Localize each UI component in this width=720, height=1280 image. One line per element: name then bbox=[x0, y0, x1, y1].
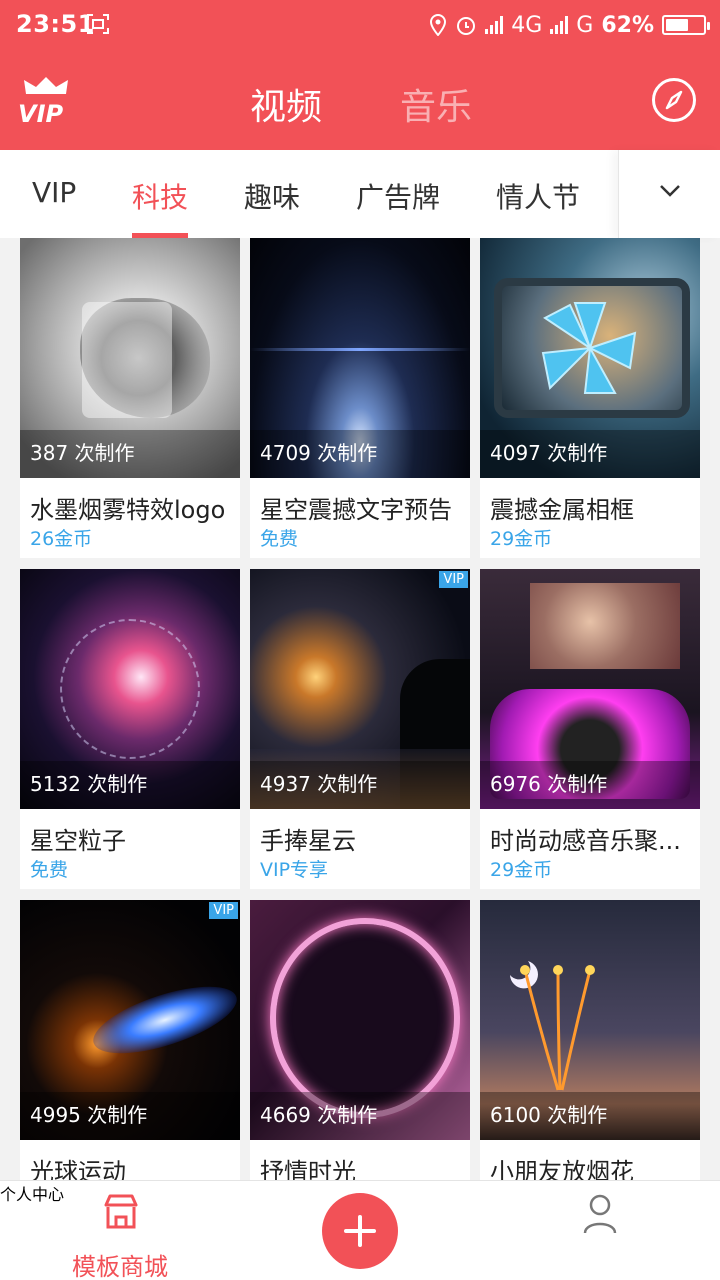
bottom-navigation: 模板商城 个人中心 bbox=[0, 1180, 720, 1280]
usage-count: 4709 次制作 bbox=[260, 441, 378, 465]
category-valentines[interactable]: 情人节 bbox=[496, 176, 580, 216]
category-fun[interactable]: 趣味 bbox=[244, 176, 300, 216]
vip-badge: VIP bbox=[209, 902, 238, 919]
app-header: 23:51 4G G 62% VIP 视频 音乐 bbox=[0, 0, 720, 150]
category-tech[interactable]: 科技 bbox=[132, 176, 188, 216]
template-thumbnail: 387 次制作 bbox=[20, 238, 240, 478]
tab-music[interactable]: 音乐 bbox=[400, 78, 472, 130]
template-card[interactable]: 4709 次制作 星空震撼文字预告 免费 bbox=[250, 238, 470, 558]
template-title: 时尚动感音乐聚... bbox=[490, 827, 681, 855]
usage-count: 4669 次制作 bbox=[260, 1103, 378, 1127]
template-title: 小朋友放烟花 bbox=[490, 1158, 634, 1180]
alarm-icon bbox=[457, 17, 476, 35]
template-price: 29金币 bbox=[490, 528, 553, 550]
template-card[interactable]: 387 次制作 水墨烟雾特效logo 26金币 bbox=[20, 238, 240, 558]
chevron-down-icon bbox=[660, 185, 680, 197]
network-type-1: 4G bbox=[511, 12, 543, 38]
template-thumbnail: 4709 次制作 bbox=[250, 238, 470, 478]
signal-icon bbox=[485, 16, 504, 34]
template-thumbnail: 6976 次制作 bbox=[480, 569, 700, 809]
template-card[interactable]: 4097 次制作 震撼金属相框 29金币 bbox=[480, 238, 700, 558]
template-title: 光球运动 bbox=[30, 1158, 126, 1180]
plus-icon[interactable] bbox=[322, 1193, 398, 1269]
store-icon bbox=[104, 1194, 138, 1229]
vip-badge: VIP bbox=[439, 571, 468, 588]
template-price: VIP专享 bbox=[260, 859, 329, 881]
status-right: 4G G 62% bbox=[429, 10, 710, 40]
status-time: 23:51 bbox=[16, 10, 95, 38]
template-card[interactable]: VIP 4937 次制作 手捧星云 VIP专享 bbox=[250, 569, 470, 889]
template-title: 震撼金属相框 bbox=[490, 496, 634, 524]
nav-me-label: 个人中心 bbox=[0, 1185, 65, 1204]
screenshot-icon bbox=[87, 14, 109, 34]
template-price: 免费 bbox=[260, 528, 299, 550]
usage-count: 387 次制作 bbox=[30, 441, 135, 465]
template-thumbnail: 4097 次制作 bbox=[480, 238, 700, 478]
template-title: 抒情时光 bbox=[260, 1158, 356, 1180]
template-title: 星空粒子 bbox=[30, 827, 126, 855]
nav-store-label: 模板商城 bbox=[72, 1253, 168, 1280]
usage-count: 5132 次制作 bbox=[30, 772, 148, 796]
more-categories-button[interactable] bbox=[618, 150, 720, 238]
usage-count: 4097 次制作 bbox=[490, 441, 608, 465]
template-card[interactable]: 4669 次制作 抒情时光 bbox=[250, 900, 470, 1180]
template-thumbnail: VIP 4995 次制作 bbox=[20, 900, 240, 1140]
template-price: 26金币 bbox=[30, 528, 93, 550]
template-title: 手捧星云 bbox=[260, 827, 356, 855]
template-title: 星空震撼文字预告 bbox=[260, 496, 452, 524]
template-thumbnail: VIP 4937 次制作 bbox=[250, 569, 470, 809]
status-bar: 23:51 4G G 62% bbox=[0, 0, 720, 50]
vip-crown-logo[interactable]: VIP bbox=[16, 74, 76, 126]
location-icon bbox=[430, 14, 447, 36]
usage-count: 6100 次制作 bbox=[490, 1103, 608, 1127]
network-type-2: G bbox=[576, 12, 594, 38]
category-tabs: VIP 科技 趣味 广告牌 情人节 bbox=[0, 150, 720, 238]
template-price: 29金币 bbox=[490, 859, 553, 881]
template-title: 水墨烟雾特效logo bbox=[30, 496, 226, 524]
template-card[interactable]: VIP 4995 次制作 光球运动 bbox=[20, 900, 240, 1180]
template-card[interactable]: 5132 次制作 星空粒子 免费 bbox=[20, 569, 240, 889]
template-thumbnail: 6100 次制作 bbox=[480, 900, 700, 1140]
compass-icon[interactable] bbox=[652, 78, 696, 122]
usage-count: 6976 次制作 bbox=[490, 772, 608, 796]
usage-count: 4937 次制作 bbox=[260, 772, 378, 796]
category-billboard[interactable]: 广告牌 bbox=[356, 176, 440, 216]
signal-icon-2 bbox=[550, 16, 569, 34]
template-price: 免费 bbox=[30, 859, 69, 881]
battery-percent: 62% bbox=[601, 12, 654, 38]
battery-icon bbox=[662, 15, 710, 35]
template-thumbnail: 4669 次制作 bbox=[250, 900, 470, 1140]
svg-text:VIP: VIP bbox=[18, 100, 64, 126]
usage-count: 4995 次制作 bbox=[30, 1103, 148, 1127]
category-vip[interactable]: VIP bbox=[32, 176, 76, 209]
template-thumbnail: 5132 次制作 bbox=[20, 569, 240, 809]
user-icon bbox=[583, 1194, 617, 1234]
template-card[interactable]: 6976 次制作 时尚动感音乐聚... 29金币 bbox=[480, 569, 700, 889]
tab-video[interactable]: 视频 bbox=[250, 78, 322, 130]
nav-header: VIP 视频 音乐 bbox=[0, 50, 720, 150]
template-card[interactable]: 6100 次制作 小朋友放烟花 bbox=[480, 900, 700, 1180]
template-grid: 387 次制作 水墨烟雾特效logo 26金币 4709 次制作 星空震撼文字预… bbox=[20, 238, 700, 1180]
